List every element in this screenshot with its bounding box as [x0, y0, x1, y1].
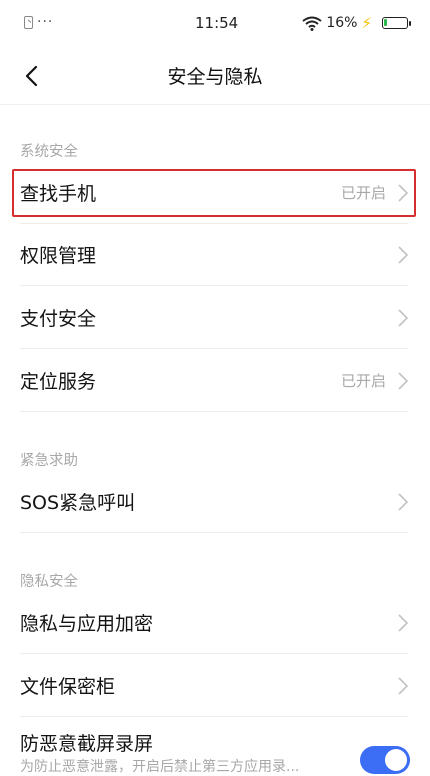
no-sim-icon [24, 15, 33, 29]
row-label: 定位服务 [20, 371, 97, 393]
toggle-knob [385, 749, 407, 771]
anti-screenshot-toggle[interactable] [360, 746, 410, 774]
chevron-right-icon [398, 493, 408, 511]
row-privacy-app-encryption[interactable]: 隐私与应用加密 [20, 592, 408, 654]
row-subtitle: 为防止恶意泄露，开启后禁止第三方应用录... [20, 759, 300, 775]
battery-fill [384, 19, 387, 26]
row-label: 权限管理 [20, 245, 97, 267]
status-left: ··· [24, 15, 53, 29]
chevron-right-icon [398, 614, 408, 632]
chevron-right-icon [398, 372, 408, 390]
row-label: 防恶意截屏录屏 [20, 733, 154, 755]
section-header-emergency: 紧急求助 [20, 453, 78, 469]
battery-percent: 16% [326, 15, 358, 31]
status-time: 11:54 [195, 14, 239, 32]
row-location-services[interactable]: 定位服务 已开启 [20, 350, 408, 412]
section-header-system-security: 系统安全 [20, 144, 78, 160]
page-title: 安全与隐私 [167, 66, 263, 88]
status-bar: ··· 11:54 16% ⚡ [0, 0, 430, 48]
section-header-privacy: 隐私安全 [20, 574, 78, 590]
row-label: 隐私与应用加密 [20, 613, 154, 635]
chevron-right-icon [398, 677, 408, 695]
chevron-right-icon [398, 309, 408, 327]
highlight-box [12, 169, 416, 217]
row-file-safe[interactable]: 文件保密柜 [20, 655, 408, 717]
row-permission-management[interactable]: 权限管理 [20, 224, 408, 286]
battery-icon [382, 17, 411, 29]
charging-bolt-icon: ⚡ [361, 14, 372, 32]
notification-dots: ··· [37, 14, 54, 30]
chevron-right-icon [398, 246, 408, 264]
row-sos-emergency-call[interactable]: SOS紧急呼叫 [20, 471, 408, 533]
row-status: 已开启 [340, 372, 386, 390]
wifi-icon [302, 16, 322, 31]
row-label: 支付安全 [20, 308, 97, 330]
row-label: 文件保密柜 [20, 676, 116, 698]
row-label: SOS紧急呼叫 [20, 492, 136, 514]
nav-bar: 安全与隐私 [0, 48, 430, 105]
status-right: 16% ⚡ [302, 14, 372, 32]
row-payment-security[interactable]: 支付安全 [20, 287, 408, 349]
row-anti-screenshot[interactable]: 防恶意截屏录屏 [20, 715, 408, 762]
